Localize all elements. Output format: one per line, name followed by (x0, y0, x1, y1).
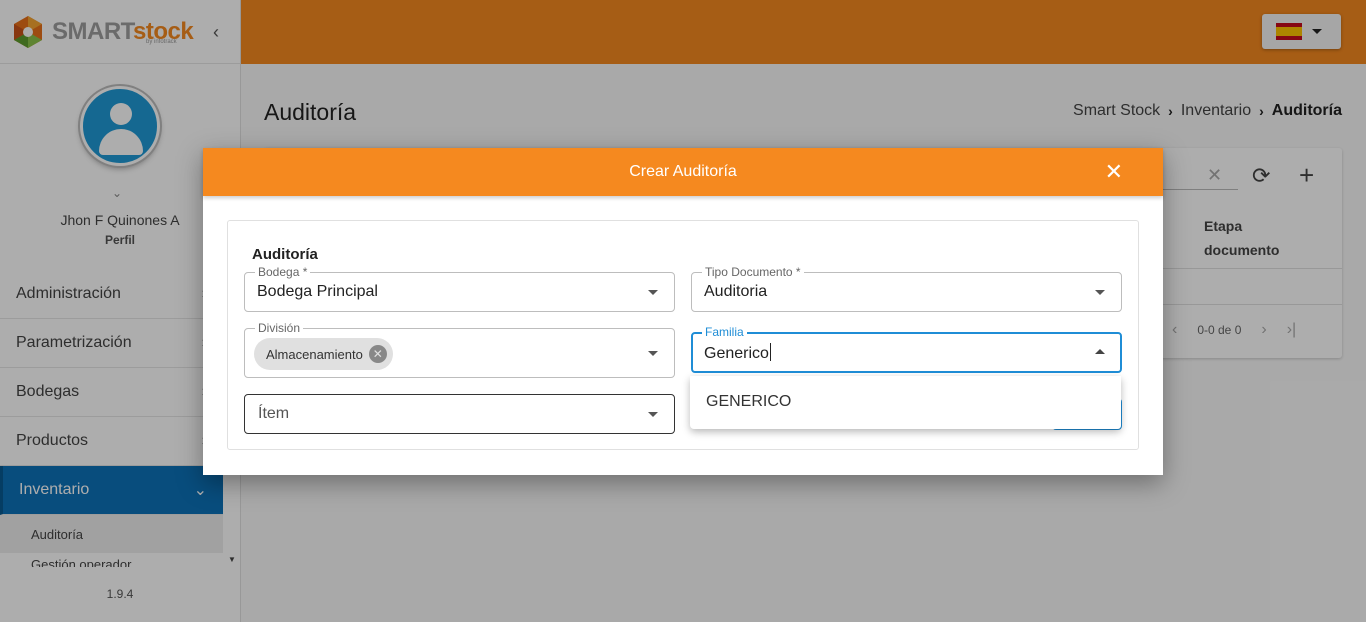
tipo-documento-label: Tipo Documento * (702, 265, 804, 279)
dropdown-arrow-icon (648, 351, 658, 356)
remove-chip-icon[interactable]: ✕ (368, 345, 387, 363)
familia-value: Generico (704, 343, 771, 363)
tipo-documento-select[interactable]: Tipo Documento * Auditoria (691, 265, 1122, 312)
division-select[interactable]: División Almacenamiento ✕ (244, 321, 675, 378)
chip-label: Almacenamiento (266, 346, 363, 362)
bodega-value: Bodega Principal (257, 283, 378, 300)
familia-input[interactable]: Familia Generico (691, 325, 1122, 373)
division-chip: Almacenamiento ✕ (254, 338, 393, 370)
dialog-title: Crear Auditoría (629, 163, 737, 180)
familia-dropdown-panel: GENERICO (690, 376, 1121, 429)
dropdown-arrow-icon (648, 290, 658, 295)
dropdown-arrow-up-icon (1095, 349, 1105, 354)
dropdown-arrow-icon (1095, 290, 1105, 295)
bodega-select[interactable]: Bodega * Bodega Principal (244, 265, 675, 312)
dropdown-option-generico[interactable]: GENERICO (706, 393, 791, 411)
bodega-label: Bodega * (255, 265, 311, 279)
text-cursor (769, 343, 771, 361)
close-icon[interactable]: ✕ (1105, 160, 1123, 184)
familia-label: Familia (702, 325, 747, 339)
familia-text: Generico (704, 345, 769, 362)
dialog-header: Crear Auditoría ✕ (203, 148, 1163, 196)
dropdown-arrow-icon (648, 412, 658, 417)
division-label: División (255, 321, 304, 335)
item-placeholder: Ítem (258, 405, 290, 422)
item-select[interactable]: Ítem (244, 394, 675, 434)
tipo-documento-value: Auditoria (704, 283, 768, 300)
form-section-title: Auditoría (252, 246, 318, 263)
